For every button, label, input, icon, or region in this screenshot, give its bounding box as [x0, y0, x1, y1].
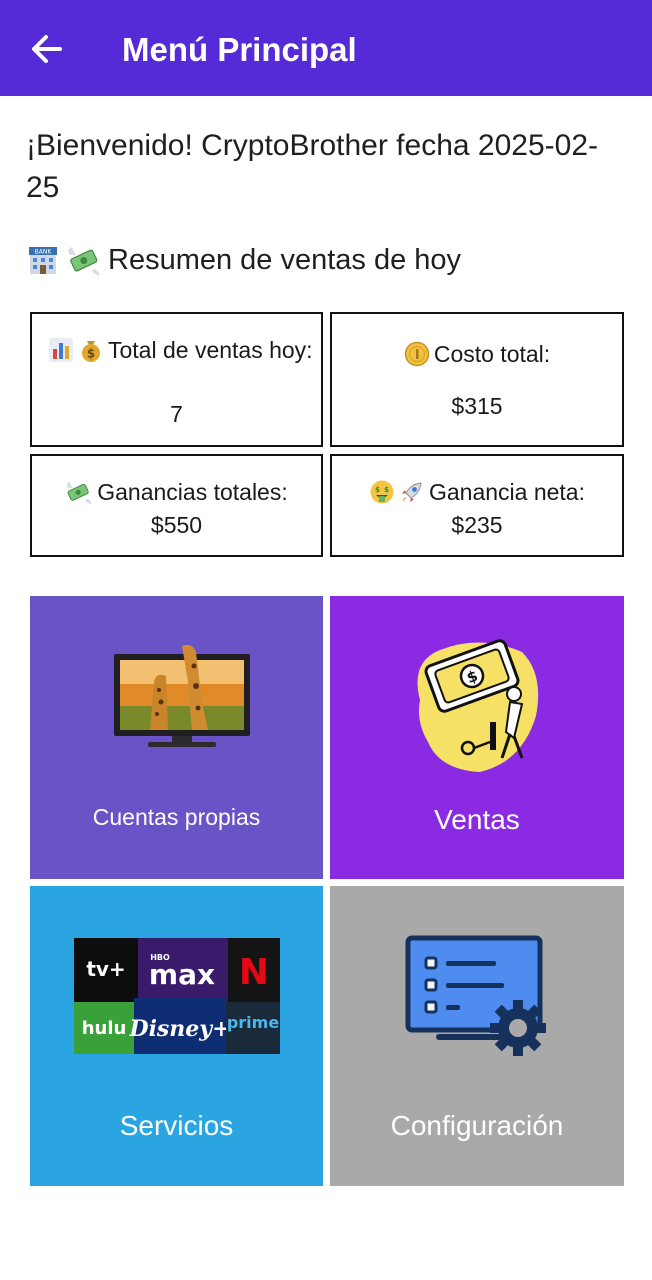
summary-heading-label: Resumen de ventas de hoy [108, 244, 462, 276]
svg-text:$: $ [87, 347, 95, 361]
streaming-logo: N [239, 952, 269, 993]
bank-icon: BANK [29, 247, 57, 274]
rocket-icon [401, 482, 422, 502]
streaming-logos-image: tv+ max HBO N hulu Disney+ prime [74, 938, 280, 1054]
back-button[interactable] [22, 26, 72, 72]
money-bag-icon: $ [82, 341, 100, 362]
card-total-sales: $ Total de ventas hoy: 7 [30, 312, 323, 447]
card-value: 7 [170, 401, 183, 427]
bar-chart-icon [49, 338, 73, 362]
arrow-left-icon [32, 35, 62, 63]
card-value: $235 [451, 512, 503, 538]
summary-heading: BANK Resumen de ventas de hoy [26, 238, 461, 282]
page-title: Menú Principal [122, 31, 357, 68]
money-with-wings-icon [68, 247, 100, 276]
svg-text:$: $ [384, 486, 389, 494]
money-mouth-face-icon: $ $ [370, 480, 394, 504]
tile-ventas[interactable]: $ Ventas [330, 596, 624, 879]
tile-label: Ventas [434, 804, 520, 835]
card-label: Costo total: [433, 341, 551, 367]
tile-label: Cuentas propias [92, 804, 261, 830]
streaming-logo: tv+ [86, 957, 125, 981]
money-press-image: $ [417, 639, 539, 772]
money-with-wings-icon [67, 482, 92, 504]
svg-text:HBO: HBO [150, 953, 170, 962]
settings-screen-image [405, 935, 546, 1056]
tile-configuracion[interactable]: Configuración [330, 886, 624, 1186]
streaming-logo: Disney+ [128, 1016, 230, 1042]
tile-cuentas-propias[interactable]: Cuentas propias [30, 596, 323, 879]
coin-icon [404, 341, 430, 367]
tile-label: Servicios [119, 1110, 234, 1141]
tile-label: Configuración [390, 1110, 564, 1141]
card-total-earnings: Ganancias totales: $550 [30, 454, 323, 557]
streaming-logo: prime [227, 1013, 280, 1032]
card-value: $315 [451, 393, 503, 419]
card-label: Total de ventas hoy: [108, 337, 313, 363]
svg-text:BANK: BANK [35, 249, 53, 256]
app-bar: Menú Principal [0, 0, 652, 96]
svg-text:$: $ [375, 486, 380, 494]
card-total-cost: Costo total: $315 [330, 312, 624, 447]
streaming-logo: hulu [82, 1018, 127, 1039]
welcome-text: ¡Bienvenido! CryptoBrother fecha 2025-02… [26, 129, 598, 204]
card-value: $550 [150, 512, 203, 538]
card-net-profit: $ $ Ganancia neta: $235 [330, 454, 624, 557]
card-label: Ganancias totales: [97, 479, 288, 505]
tv-image [114, 644, 250, 747]
tile-servicios[interactable]: tv+ max HBO N hulu Disney+ prime Servici… [30, 886, 323, 1186]
card-label: Ganancia neta: [428, 479, 585, 505]
streaming-logo: max [149, 958, 215, 991]
